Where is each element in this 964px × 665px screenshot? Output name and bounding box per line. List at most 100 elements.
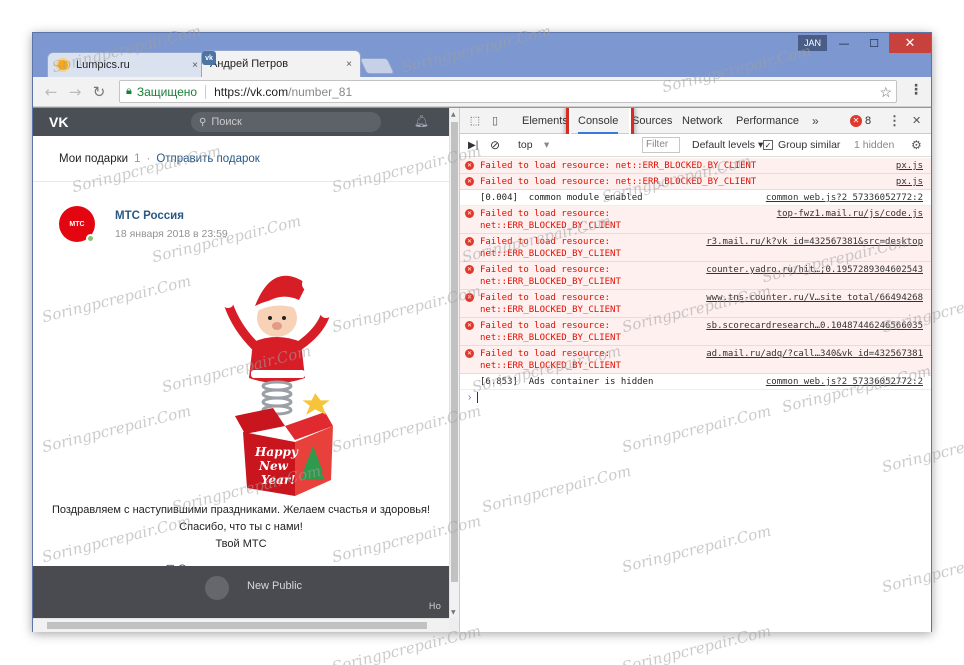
reload-button[interactable]: ↻ — [87, 80, 111, 104]
horizontal-scrollbar[interactable] — [33, 618, 449, 632]
console-source-link[interactable]: counter.yadro.ru/hit…;0.1957289304602543 — [706, 264, 923, 276]
console-source-link[interactable]: common_web.js?2_57336052772:2 — [766, 192, 923, 204]
error-icon: ✕ — [465, 293, 474, 302]
gift-text-year: Year! — [261, 473, 296, 487]
tab-close-icon[interactable]: × — [346, 59, 352, 70]
clear-console-icon[interactable]: ⊘ — [490, 134, 500, 157]
send-gift-link[interactable]: Отправить подарок — [156, 153, 260, 165]
console-source-link[interactable]: r3.mail.ru/k?vk_id=432567381&src=desktop — [706, 236, 923, 248]
scrollbar-thumb[interactable] — [47, 622, 427, 629]
error-icon[interactable]: ✕ — [850, 115, 862, 127]
console-message-text: [0.004] common module enabled — [480, 193, 643, 203]
scroll-up-icon[interactable]: ▲ — [451, 111, 456, 118]
console-prompt[interactable]: › — [460, 390, 931, 406]
error-icon: ✕ — [465, 321, 474, 330]
devtools-menu-icon[interactable]: ⋮ — [888, 108, 901, 134]
tab-strip: Lumpics.ru × vk Андрей Петров × — [47, 49, 395, 77]
console-error-row[interactable]: ✕ Failed to load resource: net::ERR_BLOCK… — [460, 234, 931, 262]
avatar-label: МТС — [69, 220, 85, 228]
maximize-button[interactable]: ☐ — [859, 33, 889, 53]
bookmark-star-icon[interactable]: ☆ — [879, 84, 892, 101]
close-window-button[interactable]: ✕ — [889, 33, 931, 53]
console-source-link[interactable]: ad.mail.ru/adq/?call…340&vk_id=432567381 — [706, 348, 923, 360]
vk-logo[interactable]: VK — [49, 114, 68, 130]
console-source-link[interactable]: top-fwz1.mail.ru/js/code.js — [777, 208, 923, 220]
new-tab-button[interactable] — [359, 58, 395, 74]
user-profile-badge[interactable]: JAN — [797, 35, 827, 51]
tab-elements[interactable]: Elements — [522, 108, 566, 134]
forward-button[interactable]: → — [63, 80, 87, 104]
context-selector[interactable]: top — [518, 134, 533, 157]
vk-header: VK ⚲ Поиск 🔔︎ — [33, 108, 449, 136]
more-tabs-icon[interactable]: » — [812, 108, 819, 134]
gift-date: 18 января 2018 в 23:59 — [115, 228, 228, 240]
devtools-close-icon[interactable]: ✕ — [912, 108, 921, 134]
console-source-link[interactable]: px.js — [896, 176, 923, 188]
tab-sources[interactable]: Sources — [632, 108, 672, 134]
console-error-row[interactable]: ✕ Failed to load resource: net::ERR_BLOCK… — [460, 158, 931, 174]
browser-menu-icon[interactable]: ⋮ — [909, 82, 923, 98]
vk-page: VK ⚲ Поиск 🔔︎ Мои подарки 1 · Отправить … — [33, 108, 459, 632]
gifts-title[interactable]: Мои подарки — [59, 153, 128, 165]
console-log-row[interactable]: [0.004] common module enabled common_web.… — [460, 190, 931, 206]
console-messages: ✕Failed to load resource: net::ERR_BLOCK… — [460, 158, 931, 406]
gift-text-new: New — [258, 459, 289, 473]
console-message-text: Failed to load resource: net::ERR_BLOCKE… — [480, 349, 621, 371]
tab-close-icon[interactable]: × — [192, 60, 198, 71]
console-source-link[interactable]: www.tns-counter.ru/V…site_total/66494268 — [706, 292, 923, 304]
lock-icon: 🔒︎ — [126, 85, 132, 97]
gift-message: Поздравляем с наступившими праздниками. … — [33, 502, 449, 553]
gift-message-line: Спасибо, что ты с нами! — [179, 521, 303, 533]
lumpics-favicon-icon — [56, 58, 70, 72]
tab-console[interactable]: Console — [578, 108, 619, 134]
sender-name-link[interactable]: МТС Россия — [115, 210, 184, 222]
gift-text-happy: Happy — [254, 445, 299, 459]
search-icon: ⚲ — [199, 116, 207, 128]
inspect-element-icon[interactable]: ⬚ — [468, 113, 482, 127]
console-message-text: Failed to load resource: net::ERR_BLOCKE… — [480, 237, 621, 259]
console-message-text: Failed to load resource: net::ERR_BLOCKE… — [480, 293, 621, 315]
console-error-row[interactable]: ✕ Failed to load resource: net::ERR_BLOCK… — [460, 290, 931, 318]
console-settings-gear-icon[interactable]: ⚙ — [911, 134, 922, 157]
console-filter-input[interactable]: Filter — [642, 137, 680, 153]
gift-card: Мои подарки 1 · Отправить подарок МТС МТ… — [33, 136, 449, 575]
console-log-row[interactable]: [6.853] Ads container is hidden common_we… — [460, 374, 931, 390]
search-placeholder: Поиск — [211, 116, 242, 128]
console-error-row[interactable]: ✕ Failed to load resource: net::ERR_BLOCK… — [460, 346, 931, 374]
tab-label: Lumpics.ru — [76, 59, 130, 71]
new-public-label[interactable]: New Public — [247, 580, 302, 592]
toggle-sidebar-icon[interactable]: ▶︎| — [468, 134, 478, 157]
address-bar[interactable]: 🔒︎ Защищено https://vk.com /number_81 ☆ — [119, 80, 897, 103]
page-viewport: VK ⚲ Поиск 🔔︎ Мои подарки 1 · Отправить … — [33, 108, 931, 632]
log-levels-dropdown[interactable]: Default levels ▾ — [692, 134, 763, 157]
console-error-row[interactable]: ✕ Failed to load resource: net::ERR_BLOCK… — [460, 174, 931, 190]
screenshot-stage: JAN — ☐ ✕ Lumpics.ru × vk Андрей Петров … — [0, 0, 964, 665]
tab-lumpics[interactable]: Lumpics.ru × — [47, 52, 207, 77]
tab-network[interactable]: Network — [682, 108, 722, 134]
console-source-link[interactable]: common_web.js?2_57336052772:2 — [766, 376, 923, 388]
device-toolbar-icon[interactable]: ▯ — [488, 113, 502, 127]
group-similar-checkbox[interactable]: ✓ — [763, 140, 773, 150]
error-icon: ✕ — [465, 209, 474, 218]
error-count[interactable]: 8 — [865, 108, 871, 134]
gifts-separator: · — [146, 152, 151, 165]
console-error-row[interactable]: ✕ Failed to load resource: net::ERR_BLOCK… — [460, 206, 931, 234]
context-dropdown-icon[interactable]: ▾ — [544, 134, 549, 157]
console-source-link[interactable]: sb.scorecardresearch…0.10487446246566035 — [706, 320, 923, 332]
vertical-scrollbar[interactable]: ▲ ▼ — [449, 108, 459, 618]
notifications-bell-icon[interactable]: 🔔︎ — [414, 114, 429, 128]
vk-search-input[interactable]: ⚲ Поиск — [191, 112, 381, 132]
corner-text: Но — [428, 602, 441, 612]
console-error-row[interactable]: ✕ Failed to load resource: net::ERR_BLOCK… — [460, 262, 931, 290]
scroll-down-icon[interactable]: ▼ — [451, 609, 456, 616]
prompt-chevron-icon: › — [468, 392, 472, 403]
scrollbar-thumb[interactable] — [451, 122, 458, 582]
minimize-button[interactable]: — — [829, 33, 859, 53]
gifts-count: 1 — [134, 152, 141, 165]
console-source-link[interactable]: px.js — [896, 160, 923, 172]
window-controls: — ☐ ✕ — [829, 33, 931, 53]
back-button[interactable]: ← — [39, 80, 63, 104]
console-error-row[interactable]: ✕ Failed to load resource: net::ERR_BLOCK… — [460, 318, 931, 346]
tab-performance[interactable]: Performance — [736, 108, 799, 134]
tab-vk-profile[interactable]: vk Андрей Петров × — [201, 50, 361, 77]
